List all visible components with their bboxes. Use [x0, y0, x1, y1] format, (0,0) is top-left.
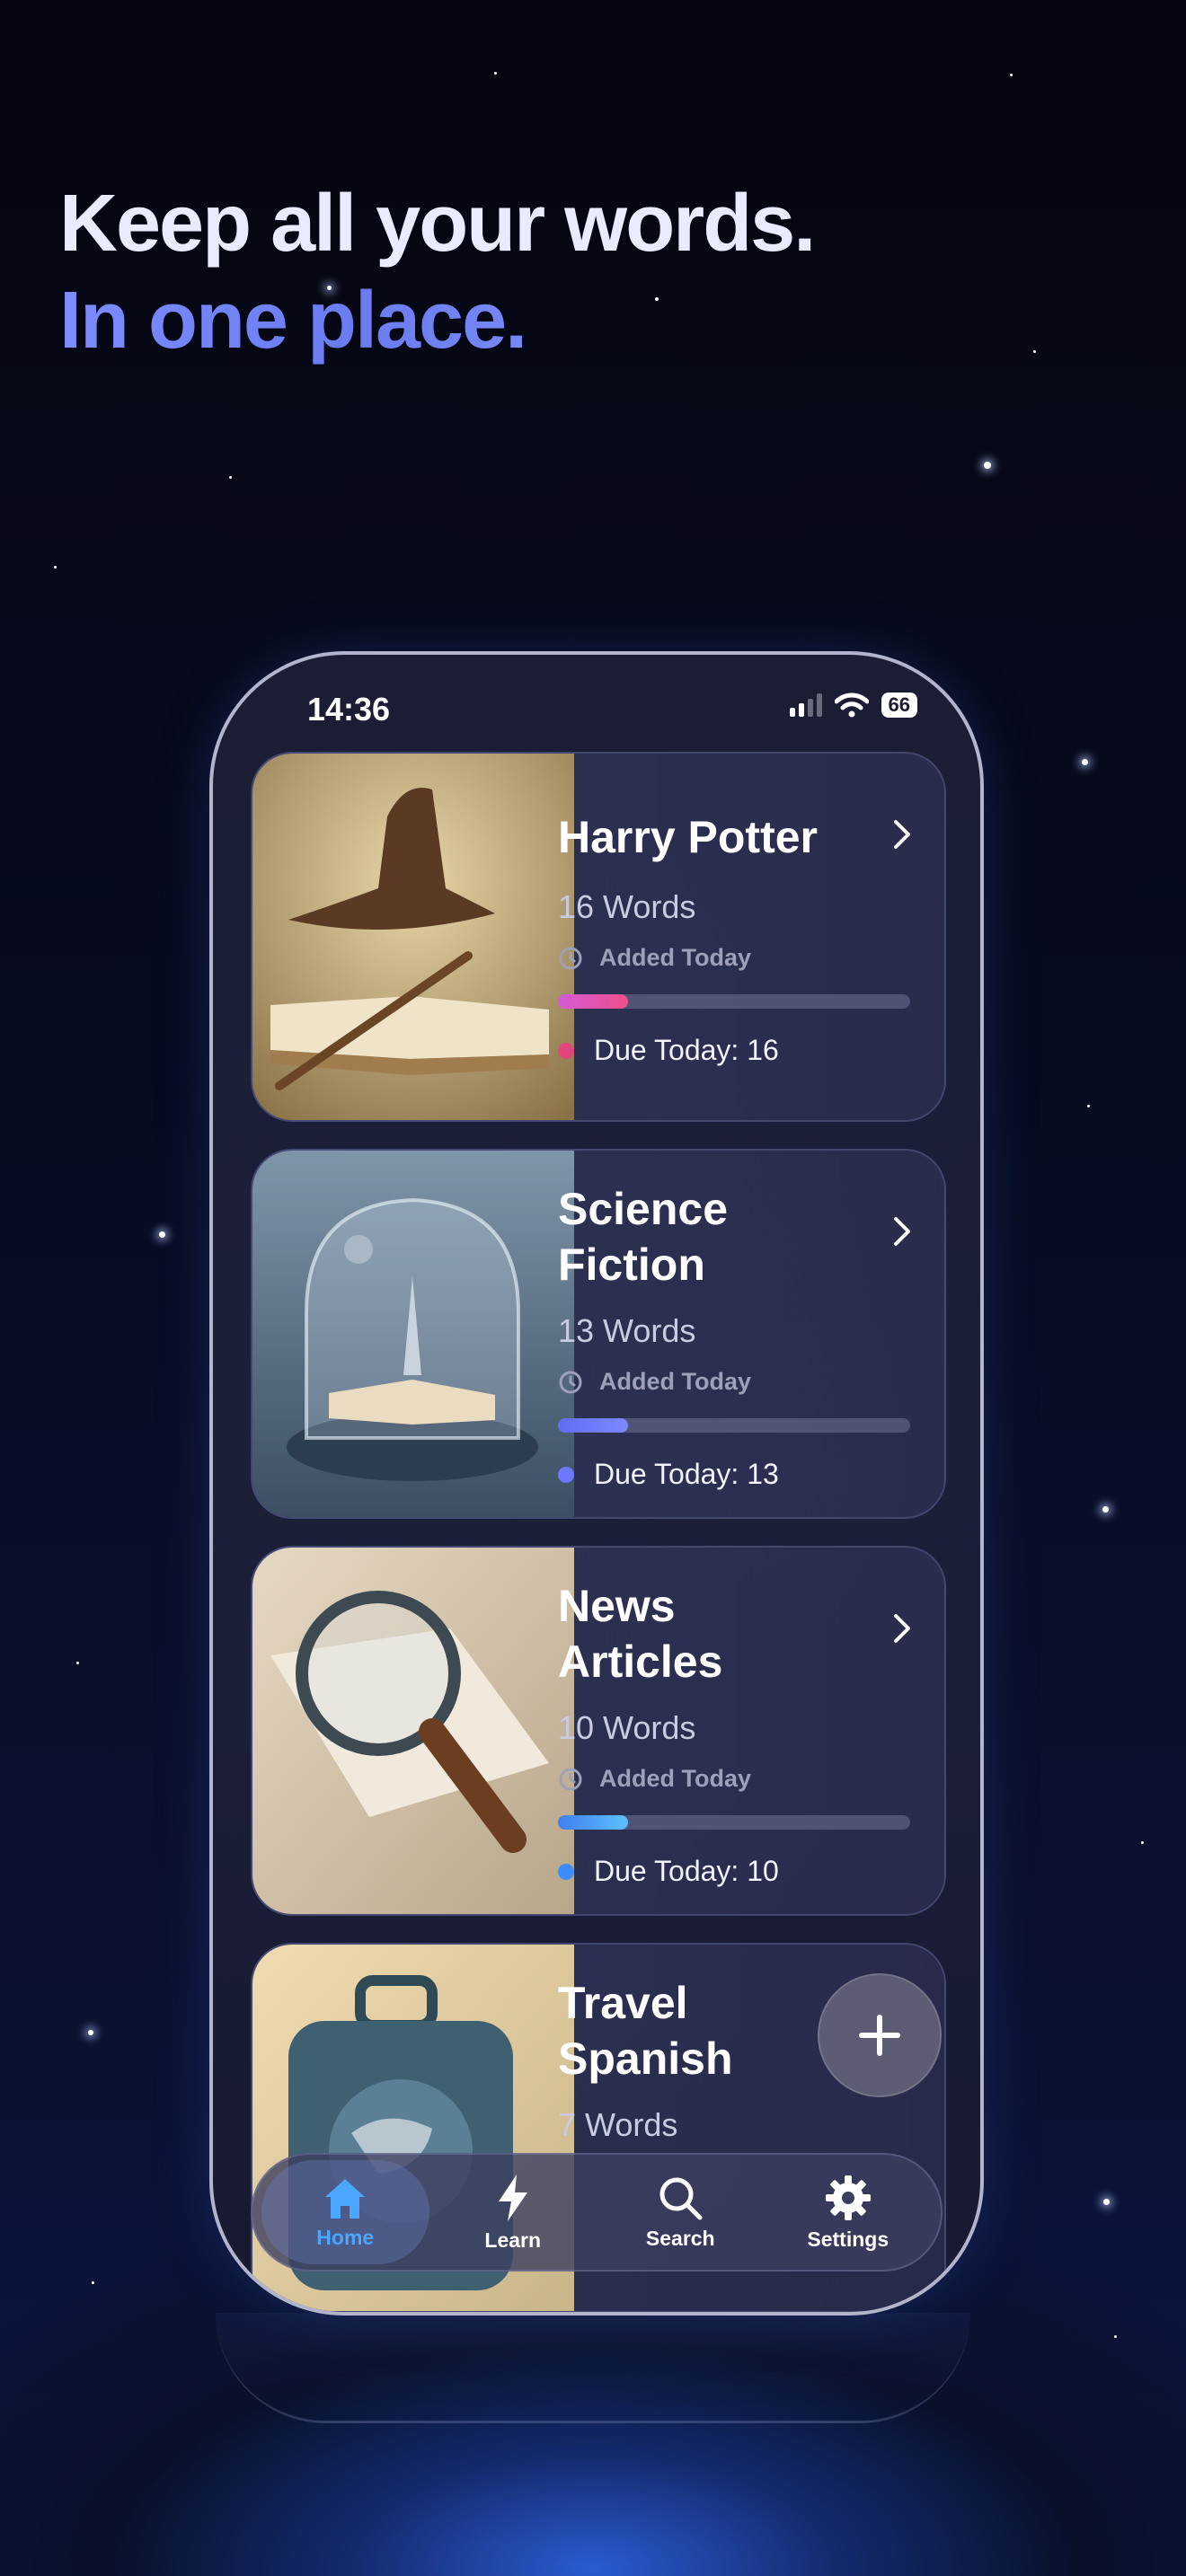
tab-home[interactable]: Home	[261, 2160, 429, 2264]
history-icon	[559, 947, 582, 969]
tab-settings[interactable]: Settings	[765, 2160, 933, 2264]
progress-bar	[558, 1418, 910, 1433]
chevron-right-icon[interactable]	[883, 1213, 919, 1249]
due-label: Due Today: 16	[594, 1034, 779, 1066]
word-count: 16 Words	[558, 888, 696, 925]
add-collection-button[interactable]	[818, 1973, 942, 2097]
status-time: 14:36	[307, 691, 391, 728]
house-icon	[325, 2178, 366, 2219]
due-label: Due Today: 10	[594, 1855, 779, 1887]
status-dot	[558, 1042, 574, 1059]
chevron-right-icon[interactable]	[883, 1610, 919, 1646]
headline-line-1: Keep all your words.	[59, 179, 816, 269]
collection-title: Science Fiction	[558, 1184, 729, 1290]
plus-icon	[859, 2015, 900, 2056]
word-count: 13 Words	[558, 1312, 696, 1349]
signal-icon	[789, 693, 822, 717]
added-date-label: Added Today	[599, 944, 752, 971]
lightning-icon	[498, 2174, 527, 2221]
gear-icon	[825, 2175, 871, 2220]
word-count: 7 Words	[558, 2106, 678, 2143]
tab-search[interactable]: Search	[597, 2160, 765, 2264]
tab-search-label: Search	[645, 2226, 715, 2250]
headline: Keep all your words. In one place.	[59, 175, 816, 369]
tab-learn-label: Learn	[484, 2228, 542, 2252]
wifi-icon	[834, 693, 869, 718]
tab-settings-label: Settings	[807, 2227, 890, 2251]
tab-bar: Home Learn Search Settings	[251, 2153, 943, 2272]
progress-fill	[558, 1418, 629, 1433]
due-indicator: Due Today: 10	[558, 1855, 779, 1888]
collection-card[interactable]: Science Fiction 13 Words Added Today Due…	[251, 1149, 946, 1519]
due-label: Due Today: 13	[594, 1458, 779, 1490]
collection-title: Travel Spanish	[558, 1978, 733, 2084]
status-dot	[558, 1863, 574, 1880]
magnifying-glass-newspaper-image	[252, 1548, 574, 1914]
added-date: Added Today	[558, 1368, 751, 1396]
added-date: Added Today	[558, 944, 751, 972]
collection-title: Harry Potter	[558, 812, 818, 862]
added-date-label: Added Today	[599, 1765, 752, 1792]
status-dot	[558, 1466, 574, 1483]
status-bar: 14:36 66	[213, 655, 980, 728]
collection-card[interactable]: News Articles 10 Words Added Today Due T…	[251, 1546, 946, 1916]
due-indicator: Due Today: 13	[558, 1458, 779, 1491]
progress-fill	[558, 1815, 629, 1830]
progress-bar	[558, 1815, 910, 1830]
tab-learn[interactable]: Learn	[429, 2160, 597, 2264]
history-icon	[559, 1371, 582, 1393]
battery-indicator: 66	[881, 693, 917, 718]
phone-frame: 14:36 66 Harry Potter 16 Words Added Tod…	[209, 651, 984, 2316]
added-date-label: Added Today	[599, 1368, 752, 1395]
progress-bar	[558, 994, 910, 1009]
added-date: Added Today	[558, 1765, 751, 1793]
chevron-right-icon[interactable]	[883, 816, 919, 852]
tab-home-label: Home	[316, 2225, 375, 2249]
headline-line-2: In one place.	[59, 272, 814, 369]
phone-reflection	[216, 2313, 970, 2423]
history-icon	[559, 1768, 582, 1790]
search-icon	[659, 2177, 703, 2219]
wizard-hat-image	[252, 754, 574, 1120]
due-indicator: Due Today: 16	[558, 1034, 779, 1067]
collection-card[interactable]: Harry Potter 16 Words Added Today Due To…	[251, 752, 946, 1122]
collection-title: News Articles	[558, 1581, 723, 1687]
glass-dome-book-image	[252, 1151, 574, 1517]
progress-fill	[558, 994, 629, 1009]
word-count: 10 Words	[558, 1709, 696, 1746]
